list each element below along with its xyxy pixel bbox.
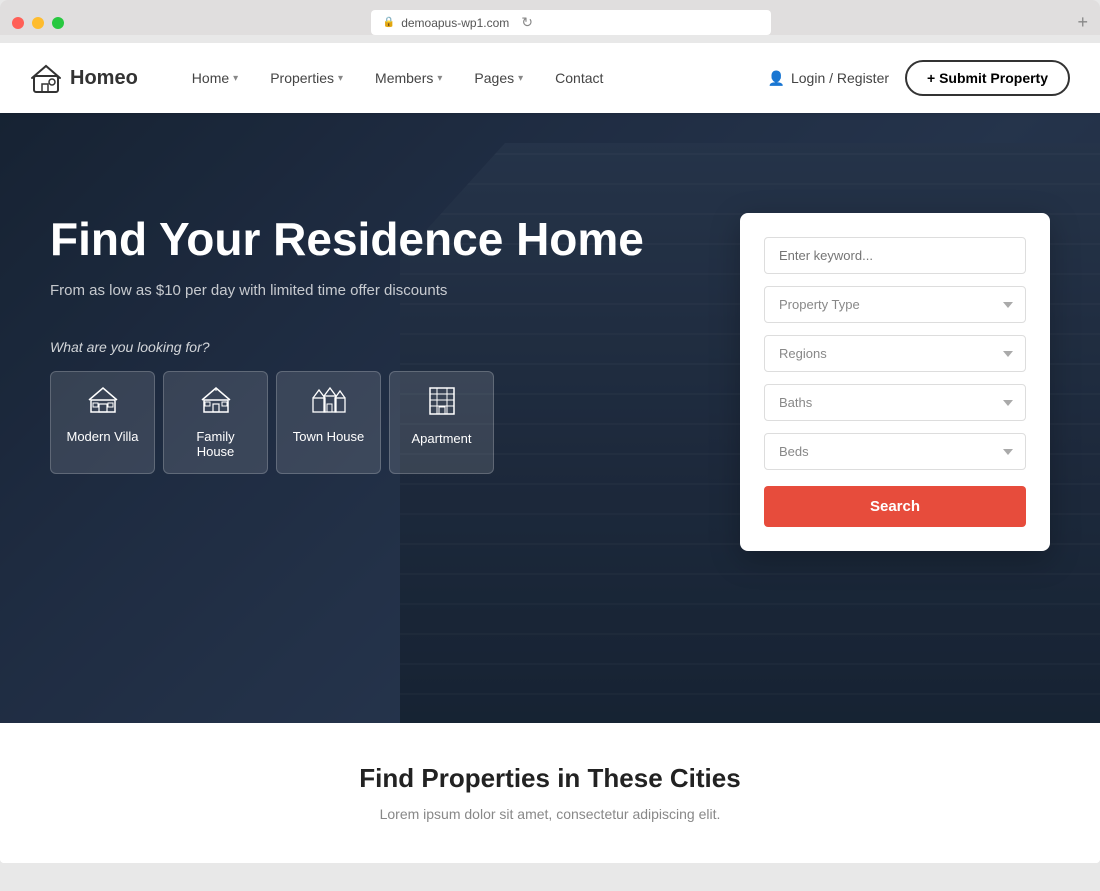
search-button[interactable]: Search: [764, 486, 1026, 527]
keyword-input[interactable]: [764, 237, 1026, 274]
nav-home[interactable]: Home ▾: [178, 62, 252, 94]
search-panel: Property Type Modern Villa Family House …: [740, 213, 1050, 551]
property-type-apartment[interactable]: Apartment: [389, 371, 494, 474]
hero-subtitle: From as low as $10 per day with limited …: [50, 282, 700, 299]
chevron-down-icon: ▾: [338, 73, 343, 84]
nav-contact[interactable]: Contact: [541, 62, 617, 94]
property-types: Modern Villa: [50, 371, 700, 474]
modern-villa-label: Modern Villa: [66, 429, 138, 444]
nav-members[interactable]: Members ▾: [361, 62, 456, 94]
property-type-town-house[interactable]: Town House: [276, 371, 381, 474]
chevron-down-icon: ▾: [233, 73, 238, 84]
nav-links: Home ▾ Properties ▾ Members ▾ Pages ▾ Co…: [178, 62, 768, 94]
property-type-select[interactable]: Property Type Modern Villa Family House …: [764, 286, 1026, 323]
hero-left: Find Your Residence Home From as low as …: [50, 193, 700, 474]
url-text: demoapus-wp1.com: [401, 16, 509, 30]
logo-icon: [30, 62, 62, 94]
minimize-dot[interactable]: [32, 17, 44, 29]
chevron-down-icon: ▾: [518, 73, 523, 84]
close-dot[interactable]: [12, 17, 24, 29]
beds-select[interactable]: Beds 1 2 3 4+: [764, 433, 1026, 470]
refresh-button[interactable]: ↻: [521, 14, 533, 31]
address-bar[interactable]: 🔒 demoapus-wp1.com ↻: [371, 10, 771, 35]
new-tab-button[interactable]: +: [1077, 12, 1088, 33]
login-register-button[interactable]: 👤 Login / Register: [768, 70, 890, 87]
nav-properties[interactable]: Properties ▾: [256, 62, 357, 94]
family-house-label: Family House: [196, 429, 234, 459]
apartment-icon: [402, 386, 481, 423]
property-type-modern-villa[interactable]: Modern Villa: [50, 371, 155, 474]
hero-looking-label: What are you looking for?: [50, 339, 700, 355]
nav-right: 👤 Login / Register + Submit Property: [768, 60, 1070, 96]
bottom-title: Find Properties in These Cities: [20, 763, 1080, 794]
chevron-down-icon: ▾: [437, 73, 442, 84]
submit-property-button[interactable]: + Submit Property: [905, 60, 1070, 96]
property-type-family-house[interactable]: Family House: [163, 371, 268, 474]
navbar: Homeo Home ▾ Properties ▾ Members ▾ Page…: [0, 43, 1100, 113]
modern-villa-icon: [63, 386, 142, 421]
logo[interactable]: Homeo: [30, 62, 138, 94]
lock-icon: 🔒: [383, 17, 395, 28]
page-wrapper: Homeo Home ▾ Properties ▾ Members ▾ Page…: [0, 43, 1100, 863]
hero-title: Find Your Residence Home: [50, 213, 700, 266]
logo-text: Homeo: [70, 67, 138, 90]
hero-content: Find Your Residence Home From as low as …: [0, 113, 1100, 723]
browser-chrome: 🔒 demoapus-wp1.com ↻ +: [0, 0, 1100, 35]
hero-section: Find Your Residence Home From as low as …: [0, 113, 1100, 723]
baths-select[interactable]: Baths 1 2 3 4+: [764, 384, 1026, 421]
apartment-label: Apartment: [412, 431, 472, 446]
town-house-label: Town House: [293, 429, 365, 444]
bottom-section: Find Properties in These Cities Lorem ip…: [0, 723, 1100, 863]
family-house-icon: [176, 386, 255, 421]
regions-select[interactable]: Regions North South East West: [764, 335, 1026, 372]
user-icon: 👤: [768, 70, 785, 87]
bottom-subtitle: Lorem ipsum dolor sit amet, consectetur …: [20, 806, 1080, 822]
maximize-dot[interactable]: [52, 17, 64, 29]
nav-pages[interactable]: Pages ▾: [460, 62, 537, 94]
town-house-icon: [289, 386, 368, 421]
